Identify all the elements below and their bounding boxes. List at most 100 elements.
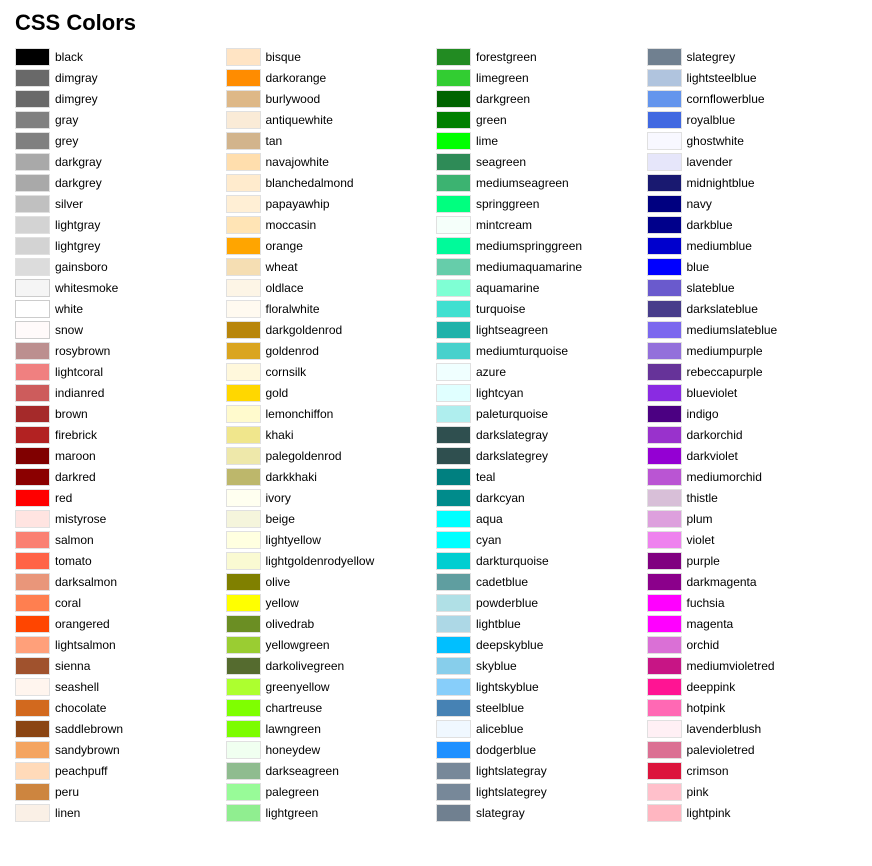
color-item: lavenderblush [647,718,858,739]
color-swatch [647,489,682,507]
color-item: navajowhite [226,151,437,172]
color-item: magenta [647,613,858,634]
color-swatch [647,195,682,213]
color-swatch [436,258,471,276]
color-swatch [226,342,261,360]
color-name: rebeccapurple [687,365,763,379]
color-name: darksalmon [55,575,117,589]
color-name: lightsteelblue [687,71,757,85]
color-item: lime [436,130,647,151]
color-swatch [647,111,682,129]
color-name: royalblue [687,113,736,127]
color-swatch [647,174,682,192]
color-name: lightgoldenrodyellow [266,554,375,568]
color-swatch [15,804,50,822]
color-swatch [226,489,261,507]
color-item: lightgoldenrodyellow [226,550,437,571]
color-name: lightgreen [266,806,319,820]
color-swatch [436,804,471,822]
color-item: dimgrey [15,88,226,109]
color-swatch [647,258,682,276]
color-item: navy [647,193,858,214]
color-item: mediumvioletred [647,655,858,676]
color-swatch [436,279,471,297]
color-item: mediumturquoise [436,340,647,361]
color-swatch [436,48,471,66]
color-item: darkorchid [647,424,858,445]
color-name: grey [55,134,78,148]
color-name: navajowhite [266,155,329,169]
color-name: darkseagreen [266,764,339,778]
color-name: palevioletred [687,743,755,757]
color-name: mintcream [476,218,532,232]
color-name: steelblue [476,701,524,715]
color-item: lightcoral [15,361,226,382]
color-name: beige [266,512,295,526]
color-item: palegreen [226,781,437,802]
color-item: chartreuse [226,697,437,718]
color-swatch [436,237,471,255]
color-swatch [226,69,261,87]
color-item: aliceblue [436,718,647,739]
color-name: mediumvioletred [687,659,775,673]
color-item: mediumseagreen [436,172,647,193]
color-name: darkolivegreen [266,659,345,673]
color-swatch [436,363,471,381]
color-item: lightsteelblue [647,67,858,88]
color-name: sienna [55,659,90,673]
color-swatch [436,384,471,402]
color-name: indianred [55,386,104,400]
color-swatch [436,153,471,171]
color-item: lightsalmon [15,634,226,655]
color-name: mediumseagreen [476,176,569,190]
color-item: orchid [647,634,858,655]
color-item: darkolivegreen [226,655,437,676]
color-name: pink [687,785,709,799]
color-swatch [226,594,261,612]
color-item: deeppink [647,676,858,697]
color-item: palevioletred [647,739,858,760]
color-name: palegoldenrod [266,449,342,463]
color-name: darkturquoise [476,554,549,568]
color-item: rebeccapurple [647,361,858,382]
color-item: lightgrey [15,235,226,256]
color-item: tomato [15,550,226,571]
color-name: orangered [55,617,110,631]
color-swatch [15,111,50,129]
color-name: salmon [55,533,94,547]
color-swatch [226,90,261,108]
color-swatch [15,699,50,717]
color-item: slategrey [647,46,858,67]
color-swatch [15,657,50,675]
color-name: mediumpurple [687,344,763,358]
color-item: purple [647,550,858,571]
color-swatch [226,132,261,150]
color-item: deepskyblue [436,634,647,655]
color-item: lightblue [436,613,647,634]
color-name: ivory [266,491,291,505]
color-name: yellow [266,596,299,610]
color-swatch [647,321,682,339]
color-swatch [15,552,50,570]
color-name: blue [687,260,710,274]
color-swatch [226,258,261,276]
color-name: sandybrown [55,743,120,757]
color-swatch [226,636,261,654]
color-name: mediumspringgreen [476,239,582,253]
color-name: linen [55,806,80,820]
color-name: darkcyan [476,491,525,505]
color-item: limegreen [436,67,647,88]
color-swatch [226,678,261,696]
color-name: lightslategray [476,764,547,778]
color-name: aquamarine [476,281,539,295]
color-swatch [15,615,50,633]
color-swatch [436,321,471,339]
color-name: cornflowerblue [687,92,765,106]
color-swatch [436,90,471,108]
color-swatch [15,783,50,801]
color-name: magenta [687,617,734,631]
color-name: wheat [266,260,298,274]
color-name: deepskyblue [476,638,543,652]
color-item: thistle [647,487,858,508]
color-name: black [55,50,83,64]
